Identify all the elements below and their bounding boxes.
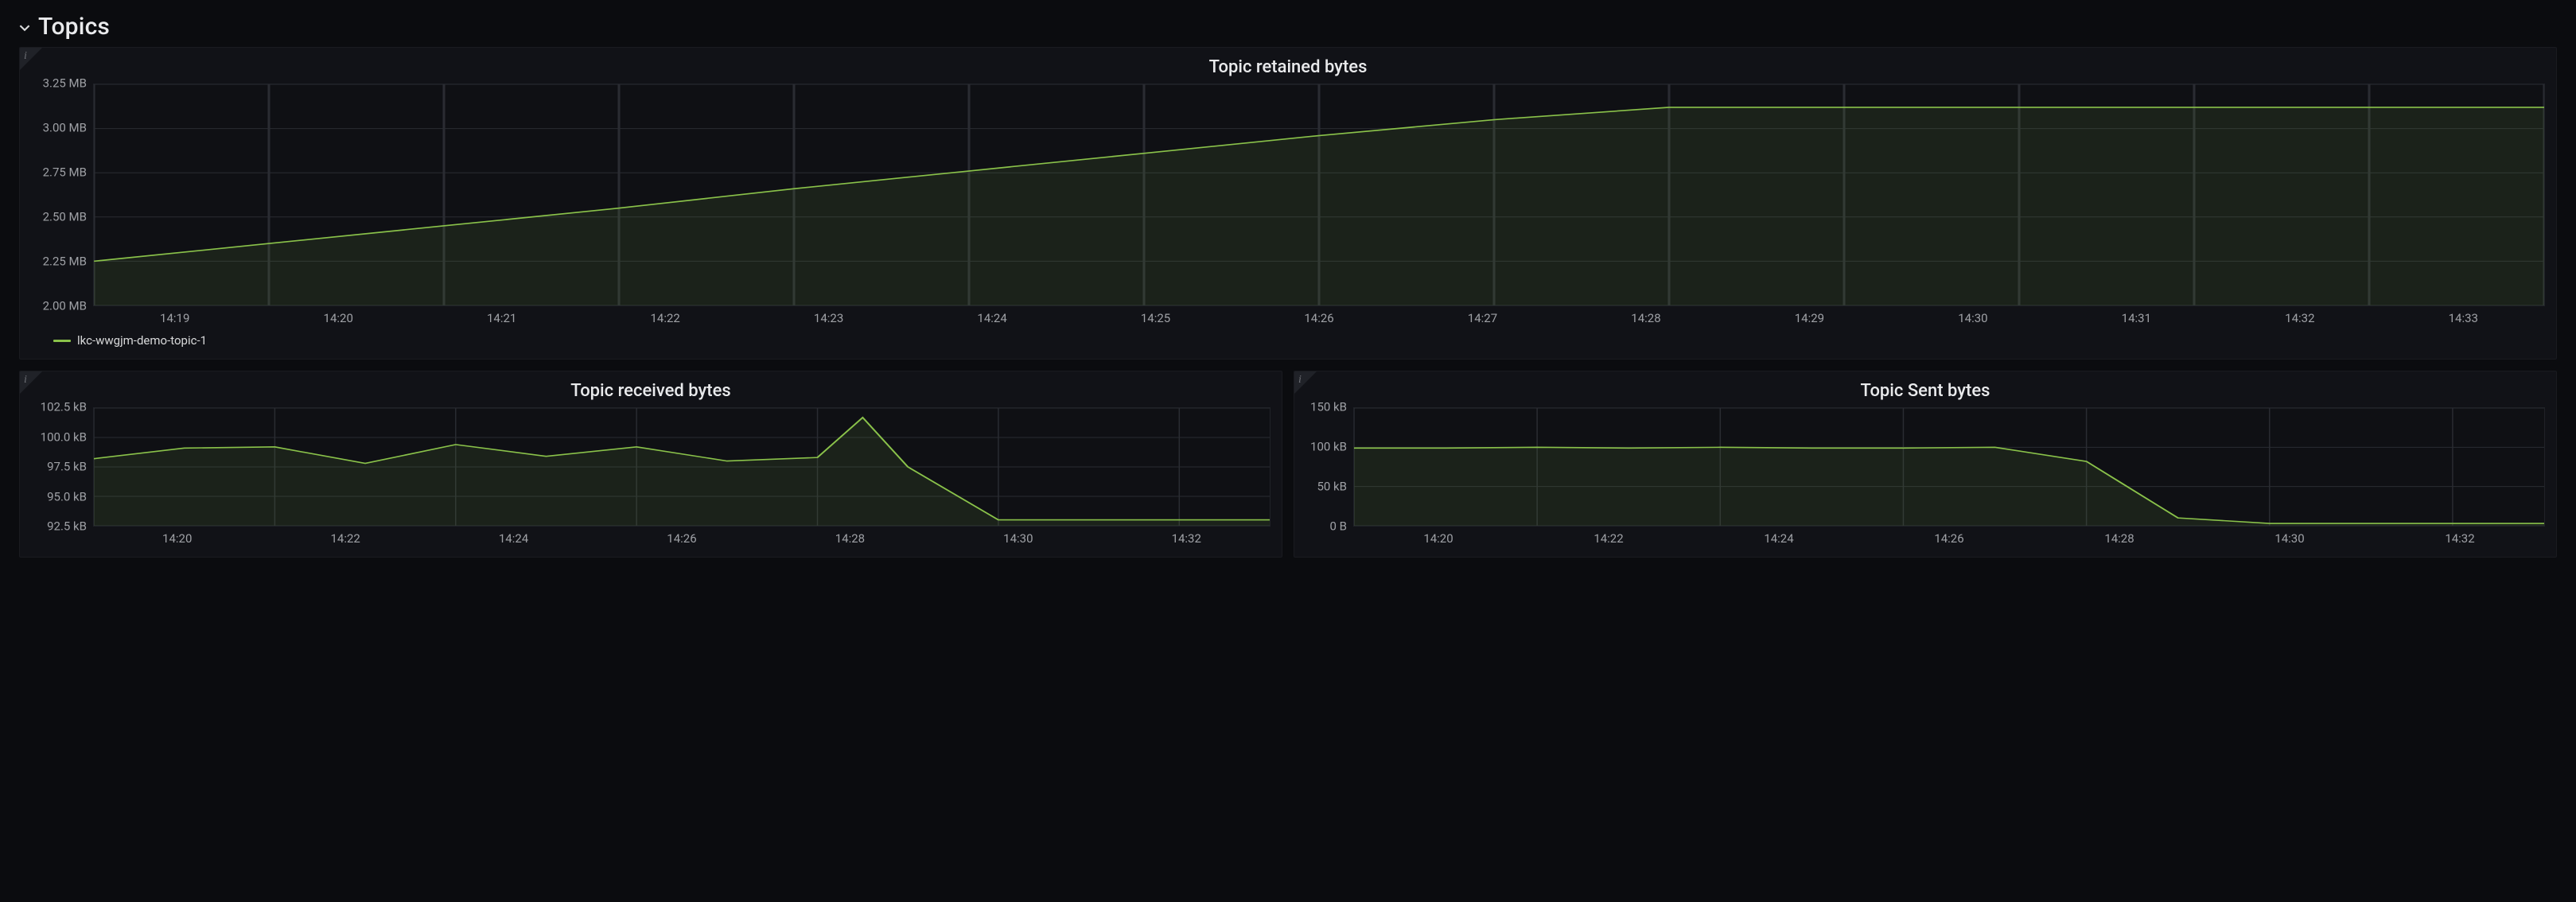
row-title: Topics: [38, 13, 110, 41]
chart-area[interactable]: [1353, 407, 2545, 527]
info-icon[interactable]: i: [24, 51, 27, 62]
panel-topic-received-bytes: i Topic received bytes 102.5 kB100.0 kB9…: [19, 371, 1282, 558]
x-axis: 14:2014:2214:2414:2614:2814:3014:32: [93, 531, 1270, 546]
legend-swatch: [53, 340, 71, 342]
y-axis: 150 kB100 kB50 kB0 B: [1306, 407, 1353, 527]
panel-topic-sent-bytes: i Topic Sent bytes 150 kB100 kB50 kB0 B …: [1294, 371, 2557, 558]
chart-area[interactable]: [93, 407, 1270, 527]
panel-title: Topic received bytes: [31, 381, 1270, 401]
panel-title: Topic retained bytes: [31, 57, 2545, 77]
info-icon[interactable]: i: [24, 375, 27, 386]
x-axis: 14:2014:2214:2414:2614:2814:3014:32: [1353, 531, 2545, 546]
x-axis: 14:1914:2014:2114:2214:2314:2414:2514:26…: [93, 311, 2545, 325]
panel-title: Topic Sent bytes: [1306, 381, 2545, 401]
y-axis: 102.5 kB100.0 kB97.5 kB95.0 kB92.5 kB: [31, 407, 93, 527]
row-header[interactable]: Topics: [19, 13, 2557, 41]
panel-topic-retained-bytes: i Topic retained bytes 3.25 MB3.00 MB2.7…: [19, 47, 2557, 360]
legend-label: lkc-wwgjm-demo-topic-1: [77, 333, 207, 348]
info-icon[interactable]: i: [1298, 375, 1302, 386]
chart-area[interactable]: [93, 84, 2545, 306]
y-axis: 3.25 MB3.00 MB2.75 MB2.50 MB2.25 MB2.00 …: [31, 84, 93, 306]
chevron-down-icon: [19, 21, 30, 33]
legend: lkc-wwgjm-demo-topic-1: [53, 333, 2545, 348]
